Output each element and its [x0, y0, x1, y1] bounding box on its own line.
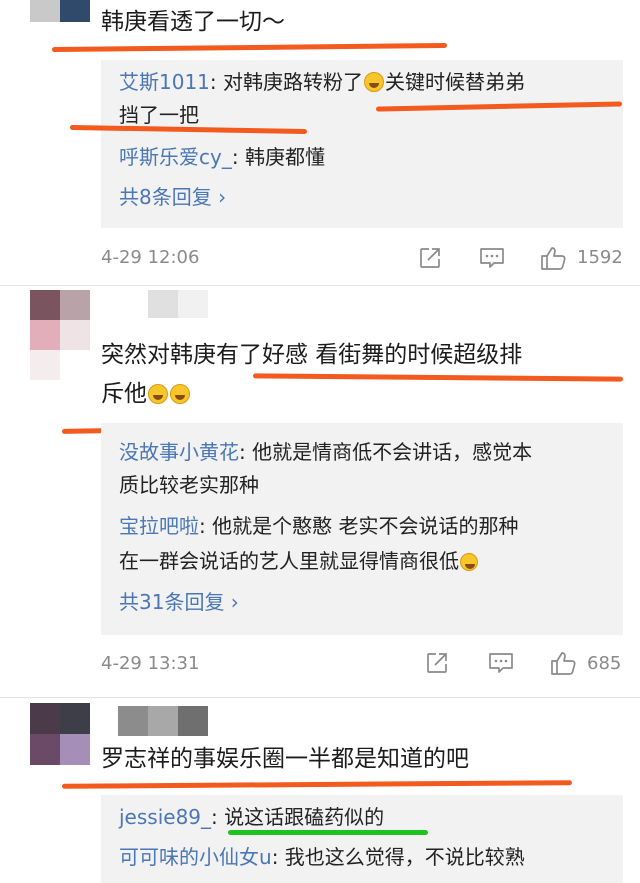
- timestamp: 4-29 12:06: [101, 247, 200, 268]
- avatar[interactable]: [30, 290, 90, 380]
- divider: [0, 697, 640, 698]
- comment-icon[interactable]: [479, 246, 505, 270]
- laugh-cry-emoji: [460, 553, 478, 571]
- share-icon[interactable]: [418, 246, 442, 270]
- avatar[interactable]: [30, 703, 90, 765]
- like-icon[interactable]: [550, 650, 578, 676]
- reply-item[interactable]: jessie89_: 说这话跟磕药似的: [119, 803, 384, 831]
- divider: [0, 285, 640, 286]
- laugh-cry-emoji: [148, 384, 168, 404]
- like-count: 685: [587, 653, 622, 674]
- reply-username[interactable]: 艾斯1011: [119, 70, 210, 94]
- reply-text-line: 在一群会说话的艺人里就显得情商很低: [119, 549, 459, 573]
- reply-item[interactable]: 艾斯1011: 对韩庚路转粉了 关键时候替弟弟: [119, 68, 525, 96]
- reply-item[interactable]: 呼斯乐爱cy_: 韩庚都懂: [119, 143, 325, 171]
- comment-text-line: 斥他: [101, 381, 147, 407]
- laugh-cry-emoji: [364, 72, 385, 92]
- highlight-underline: [61, 780, 573, 789]
- share-icon[interactable]: [425, 651, 449, 675]
- reply-box[interactable]: 艾斯1011: 对韩庚路转粉了 关键时候替弟弟 挡了一把 呼斯乐爱cy_: 韩庚都…: [101, 60, 623, 228]
- reply-username[interactable]: jessie89_: [119, 805, 211, 829]
- highlight-underline: [51, 42, 448, 53]
- reply-separator: :: [211, 805, 225, 829]
- reply-text: 挡了一把: [119, 103, 199, 127]
- more-replies-link[interactable]: 共8条回复 ›: [119, 183, 226, 211]
- comment-text: 罗志祥的事娱乐圈一半都是知道的吧: [101, 746, 469, 772]
- reply-item[interactable]: 宝拉吧啦: 他就是个憨憨 老实不会说话的那种: [119, 512, 518, 540]
- reply-separator: :: [239, 440, 253, 464]
- reply-text: 他就是个憨憨 老实不会说话的那种: [212, 514, 519, 538]
- reply-item[interactable]: 没故事小黄花: 他就是情商低不会讲话，感觉本: [119, 438, 532, 466]
- reply-separator: :: [231, 145, 245, 169]
- reply-text: 我也这么觉得，不说比较熟: [284, 845, 525, 869]
- reply-separator: :: [199, 514, 213, 538]
- comment-icon[interactable]: [488, 651, 514, 675]
- reply-username[interactable]: 宝拉吧啦: [119, 514, 199, 538]
- timestamp: 4-29 13:31: [101, 653, 200, 674]
- reply-text: 关键时候替弟弟: [385, 70, 526, 94]
- reply-text: 说这话跟磕药似的: [224, 805, 385, 829]
- username-masked: [148, 290, 208, 318]
- reply-text: 对韩庚路转粉了: [223, 70, 364, 94]
- comment-text: 突然对韩庚有了好感 看街舞的时候超级排: [101, 342, 523, 368]
- reply-separator: :: [271, 845, 285, 869]
- comment-text: 斥他: [101, 378, 191, 410]
- more-replies-link[interactable]: 共31条回复 ›: [119, 588, 239, 616]
- reply-box[interactable]: 没故事小黄花: 他就是情商低不会讲话，感觉本 质比较老实那种 宝拉吧啦: 他就是…: [101, 423, 623, 635]
- avatar[interactable]: [30, 0, 90, 22]
- reply-item[interactable]: 可可味的小仙女u: 我也这么觉得，不说比较熟: [119, 843, 525, 871]
- highlight-underline: [252, 373, 624, 382]
- like-count: 1592: [577, 247, 623, 268]
- reply-username[interactable]: 可可味的小仙女u: [119, 845, 272, 869]
- highlight-underline: [228, 830, 428, 835]
- reply-box[interactable]: jessie89_: 说这话跟磕药似的 可可味的小仙女u: 我也这么觉得，不说比…: [101, 795, 623, 883]
- reply-username[interactable]: 呼斯乐爱cy_: [119, 145, 232, 169]
- username-masked: [118, 706, 208, 736]
- laugh-cry-emoji: [170, 384, 190, 404]
- comment-text: 韩庚看透了一切～: [101, 9, 285, 35]
- like-icon[interactable]: [540, 245, 568, 271]
- reply-username[interactable]: 没故事小黄花: [119, 440, 239, 464]
- reply-separator: :: [209, 70, 224, 94]
- reply-text: 他就是情商低不会讲话，感觉本: [252, 440, 533, 464]
- reply-text: 韩庚都懂: [244, 145, 325, 169]
- reply-text: 在一群会说话的艺人里就显得情商很低: [119, 547, 479, 575]
- reply-text: 质比较老实那种: [119, 473, 259, 497]
